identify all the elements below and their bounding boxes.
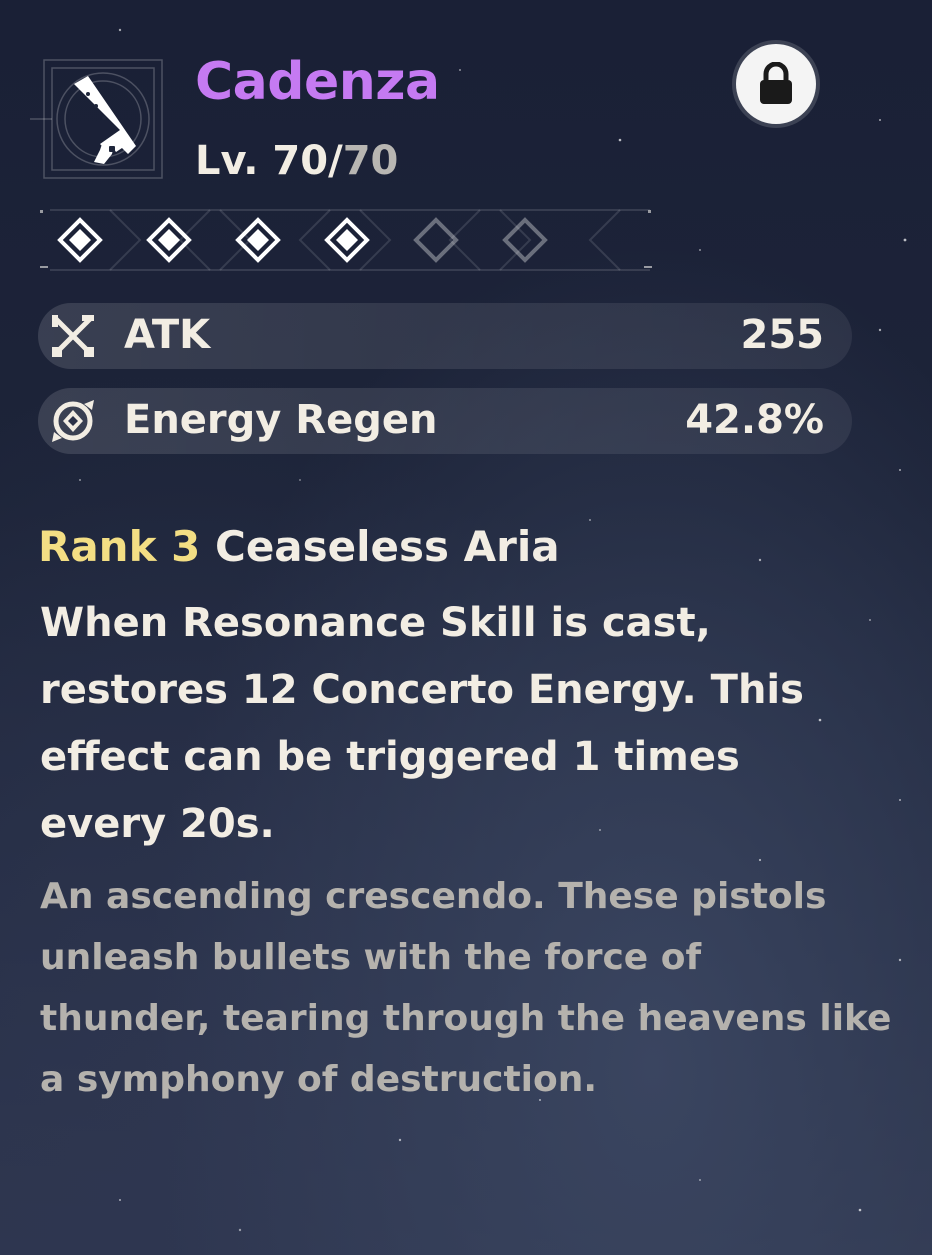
flavor-text-line: a symphony of destruction. — [40, 1059, 598, 1100]
weapon-level-current: Lv. 70/ — [195, 138, 343, 184]
passive-rank: Rank 3 — [38, 522, 201, 571]
pistol-icon — [30, 59, 163, 179]
weapon-level-max: 70 — [342, 138, 399, 184]
flavor-text-line: unleash bullets with the force of — [40, 937, 702, 978]
rank-diamond-empty — [502, 217, 548, 263]
crossed-swords-icon — [52, 315, 94, 357]
passive-description-line: effect can be triggered 1 times — [40, 734, 740, 780]
flavor-text-line: An ascending crescendo. These pistols — [40, 876, 827, 917]
weapon-icon-frame — [30, 50, 165, 185]
passive-description-line: every 20s. — [40, 801, 275, 847]
rank-diamond-core — [158, 229, 180, 251]
passive-title: Rank 3 Ceaseless Aria — [38, 522, 560, 571]
flavor-text: An ascending crescendo. These pistols un… — [40, 866, 910, 1110]
passive-description-line: When Resonance Skill is cast, — [40, 600, 711, 646]
stat-row-atk: ATK 255 — [38, 303, 852, 369]
rank-diamond-core — [69, 229, 91, 251]
rank-diamonds — [40, 209, 652, 271]
weapon-level: Lv. 70/70 — [195, 138, 398, 184]
weapon-name: Cadenza — [195, 52, 440, 112]
stat-value-atk: 255 — [740, 312, 825, 358]
energy-regen-icon — [52, 400, 94, 442]
rank-diamond-core — [336, 229, 358, 251]
stat-label-atk: ATK — [124, 312, 211, 358]
rank-diamond-core — [247, 229, 269, 251]
rank-indicator — [30, 200, 670, 280]
stat-value-energy-regen: 42.8% — [685, 397, 824, 443]
passive-description: When Resonance Skill is cast, restores 1… — [40, 590, 890, 858]
lock-button[interactable] — [736, 44, 816, 124]
stat-row-energy-regen: Energy Regen 42.8% — [38, 388, 852, 454]
stat-label-energy-regen: Energy Regen — [124, 397, 438, 443]
lock-icon — [760, 62, 792, 104]
flavor-text-line: thunder, tearing through the heavens lik… — [40, 998, 892, 1039]
passive-name: Ceaseless Aria — [215, 522, 560, 571]
passive-description-line: restores 12 Concerto Energy. This — [40, 667, 804, 713]
